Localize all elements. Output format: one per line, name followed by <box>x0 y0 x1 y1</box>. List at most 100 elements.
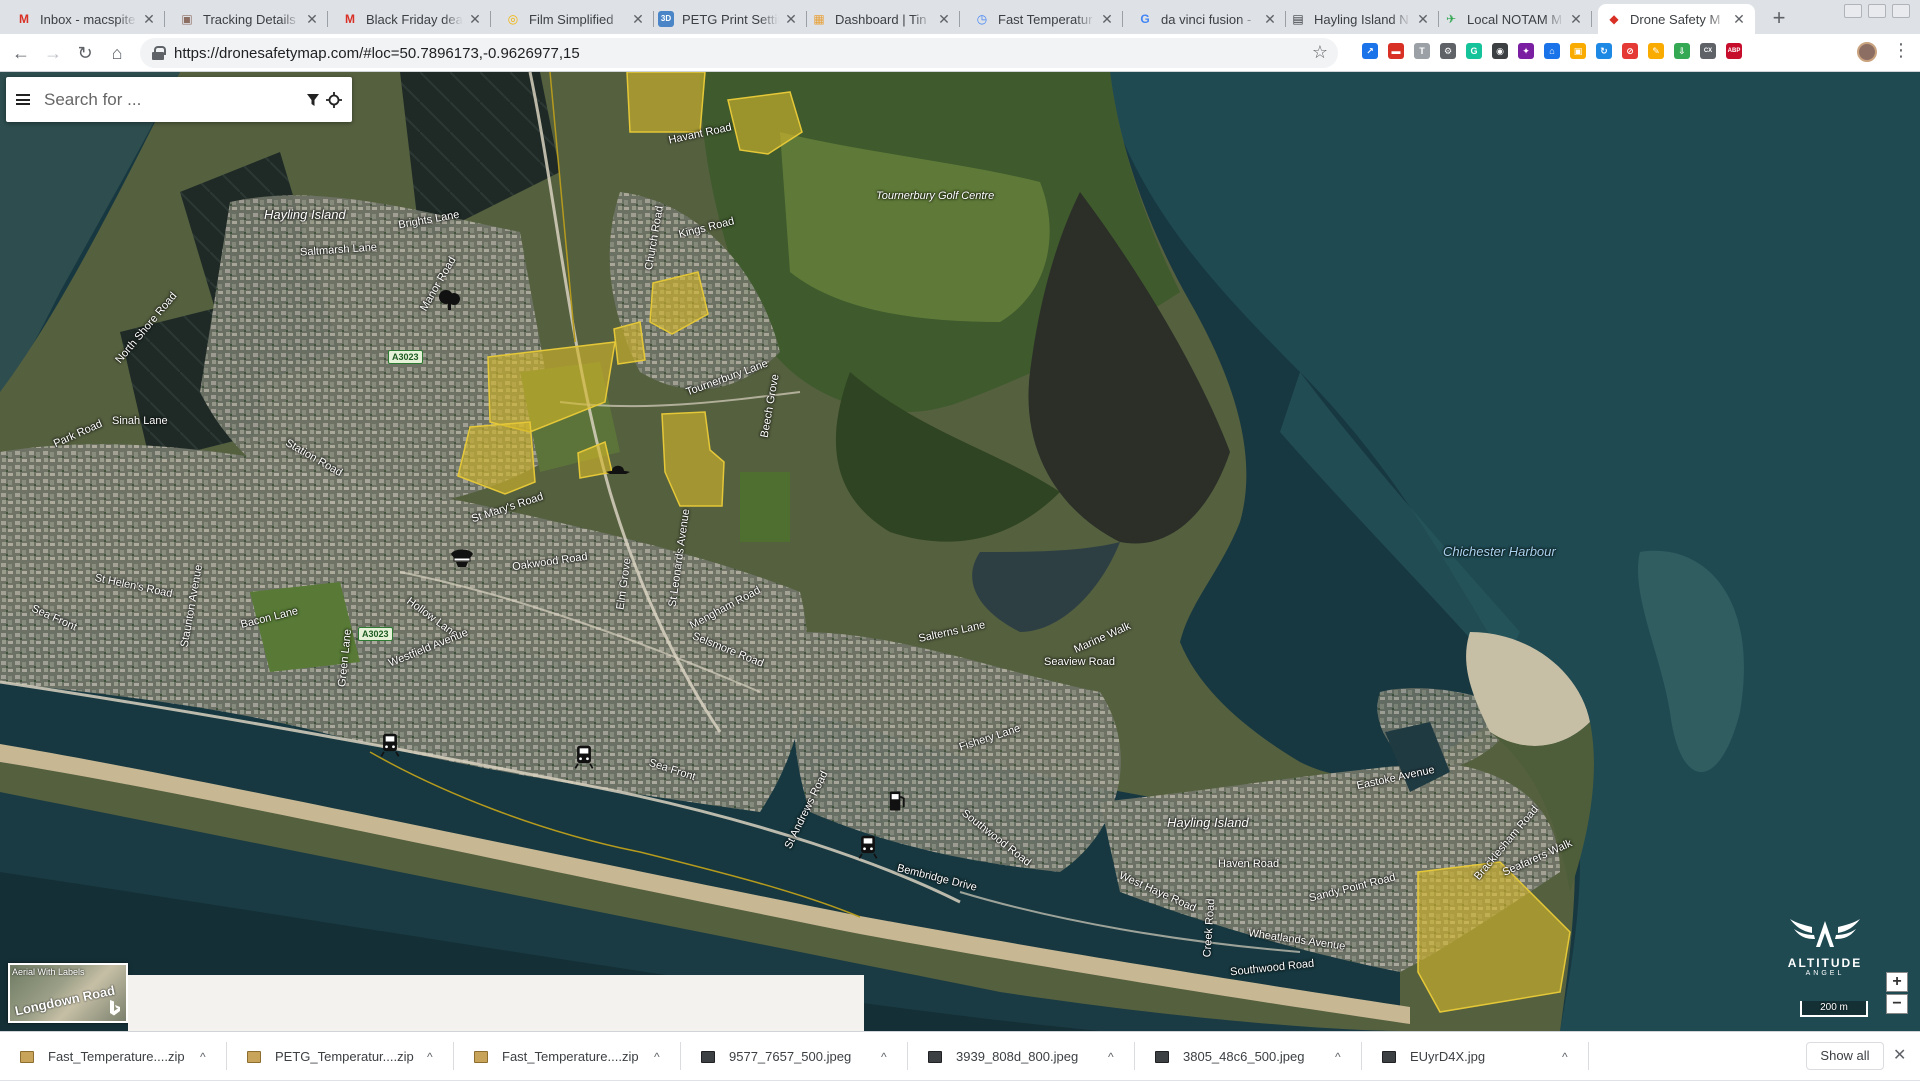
extension-gear-icon[interactable]: ⚙ <box>1440 43 1456 59</box>
extension-camera-icon[interactable]: ◉ <box>1492 43 1508 59</box>
grammarly-icon[interactable]: G <box>1466 43 1482 59</box>
notam-icon: ✈ <box>1445 12 1457 26</box>
zip-file-icon <box>474 1050 488 1063</box>
tab-tracking-details[interactable]: ▣ Tracking Details ✕ <box>171 4 328 34</box>
news-icon: ▤ <box>1292 12 1304 26</box>
layer-thumbnail-street: Longdown Road <box>13 982 117 1019</box>
tree-icon[interactable] <box>436 286 464 312</box>
tab-fast-temperature[interactable]: ◷ Fast Temperatur ✕ <box>966 4 1123 34</box>
tab-title: Fast Temperatur <box>998 11 1093 27</box>
document-icon: ◷ <box>976 12 988 26</box>
extension-text-icon[interactable]: T <box>1414 43 1430 59</box>
locate-icon[interactable] <box>326 91 342 108</box>
window-close-button[interactable] <box>1892 4 1910 18</box>
tab-da-vinci[interactable]: G da vinci fusion - ✕ <box>1129 4 1286 34</box>
download-item[interactable]: EUyrD4X.jpg ^ <box>1362 1032 1589 1081</box>
tab-petg-print[interactable]: 3D PETG Print Settin ✕ <box>650 4 807 34</box>
hat-icon[interactable] <box>604 454 632 480</box>
chevron-up-icon[interactable]: ^ <box>1335 1050 1341 1064</box>
download-filename: EUyrD4X.jpg <box>1410 1049 1486 1064</box>
minimize-button[interactable] <box>1844 4 1862 18</box>
road-label: Sinah Lane <box>112 415 168 427</box>
map-canvas[interactable]: Hayling Island Hayling Island Tournerbur… <box>0 72 1920 1031</box>
home-icon[interactable]: ⌂ <box>104 40 130 66</box>
maximize-button[interactable] <box>1868 4 1886 18</box>
extension-block-icon[interactable]: ⊘ <box>1622 43 1638 59</box>
close-icon[interactable]: ✕ <box>936 11 952 28</box>
close-icon[interactable]: ✕ <box>783 11 799 28</box>
close-icon[interactable]: ✕ <box>1731 11 1747 28</box>
tab-inbox[interactable]: M Inbox - macspite ✕ <box>8 4 165 34</box>
chevron-up-icon[interactable]: ^ <box>1562 1050 1568 1064</box>
layer-toggle[interactable]: Aerial With Labels Longdown Road <box>8 963 128 1023</box>
back-icon[interactable]: ← <box>8 40 34 66</box>
police-icon[interactable] <box>448 544 476 570</box>
close-icon[interactable]: ✕ <box>1415 11 1431 28</box>
download-item[interactable]: 9577_7657_500.jpeg ^ <box>681 1032 908 1081</box>
download-item[interactable]: PETG_Temperatur....zip ^ <box>227 1032 454 1081</box>
chevron-up-icon[interactable]: ^ <box>881 1050 887 1064</box>
tab-drone-safety-map[interactable]: ◆ Drone Safety M ✕ <box>1598 4 1755 34</box>
close-icon[interactable]: ✕ <box>1893 1045 1906 1065</box>
close-icon[interactable]: ✕ <box>467 11 483 28</box>
extension-red-icon[interactable]: ▬ <box>1388 43 1404 59</box>
close-icon[interactable]: ✕ <box>1099 11 1115 28</box>
place-label: Hayling Island <box>264 207 346 222</box>
close-icon[interactable]: ✕ <box>1568 11 1584 28</box>
download-item[interactable]: 3939_808d_800.jpeg ^ <box>908 1032 1135 1081</box>
zoom-in-button[interactable]: + <box>1886 972 1908 992</box>
download-item[interactable]: 3805_48c6_500.jpeg ^ <box>1135 1032 1362 1081</box>
chevron-up-icon[interactable]: ^ <box>200 1050 206 1064</box>
tab-film-simplified[interactable]: ◎ Film Simplified ✕ <box>497 4 654 34</box>
chevron-up-icon[interactable]: ^ <box>427 1050 433 1064</box>
tab-dashboard[interactable]: ▦ Dashboard | Tin ✕ <box>803 4 960 34</box>
extension-box-icon[interactable]: ▣ <box>1570 43 1586 59</box>
download-filename: PETG_Temperatur....zip <box>275 1049 414 1064</box>
train-station-icon[interactable] <box>570 744 598 770</box>
extension-download-icon[interactable]: ⇩ <box>1674 43 1690 59</box>
browser-menu-icon[interactable]: ⋮ <box>1892 40 1910 61</box>
tab-black-friday[interactable]: M Black Friday deal ✕ <box>334 4 491 34</box>
close-icon[interactable]: ✕ <box>141 11 157 28</box>
extension-arrow-icon[interactable]: ↗ <box>1362 43 1378 59</box>
close-icon[interactable]: ✕ <box>304 11 320 28</box>
image-file-icon <box>701 1050 715 1063</box>
show-all-button[interactable]: Show all <box>1806 1042 1884 1070</box>
tab-title: Drone Safety M <box>1630 11 1721 27</box>
extension-sync-icon[interactable]: ↻ <box>1596 43 1612 59</box>
forward-icon[interactable]: → <box>40 40 66 66</box>
fuel-station-icon[interactable] <box>882 788 910 814</box>
address-bar[interactable]: https://dronesafetymap.com/#loc=50.78961… <box>140 38 1338 68</box>
download-item[interactable]: Fast_Temperature....zip ^ <box>0 1032 227 1081</box>
train-station-icon[interactable] <box>376 732 404 758</box>
road-label: Seaview Road <box>1044 656 1115 668</box>
tab-local-notam[interactable]: ✈ Local NOTAM M ✕ <box>1435 4 1592 34</box>
extension-cx-icon[interactable]: CX <box>1700 43 1716 59</box>
close-icon[interactable]: ✕ <box>1262 11 1278 28</box>
search-input[interactable] <box>44 89 304 110</box>
search-panel <box>6 77 352 122</box>
hamburger-menu-icon[interactable] <box>16 94 30 105</box>
chevron-up-icon[interactable]: ^ <box>1108 1050 1114 1064</box>
extension-home-icon[interactable]: ⌂ <box>1544 43 1560 59</box>
google-drive-icon: ◎ <box>507 12 519 26</box>
tab-title: Hayling Island N <box>1314 11 1409 27</box>
angel-wings-icon <box>1790 919 1860 947</box>
extension-pinwheel-icon[interactable]: ✦ <box>1518 43 1534 59</box>
train-station-icon[interactable] <box>854 834 882 860</box>
tab-title: Black Friday deal <box>366 11 463 27</box>
bookmark-star-icon[interactable]: ☆ <box>1312 42 1328 63</box>
new-tab-button[interactable]: + <box>1765 4 1793 32</box>
altitude-angel-logo: ALTITUDE ANGEL <box>1782 917 1868 977</box>
download-item[interactable]: Fast_Temperature....zip ^ <box>454 1032 681 1081</box>
reload-icon[interactable]: ↻ <box>72 40 98 66</box>
tab-hayling-island-news[interactable]: ▤ Hayling Island N ✕ <box>1282 4 1439 34</box>
zoom-out-button[interactable]: − <box>1886 994 1908 1014</box>
chevron-up-icon[interactable]: ^ <box>654 1050 660 1064</box>
profile-avatar[interactable] <box>1857 42 1877 62</box>
adblock-plus-icon[interactable]: ABP <box>1726 43 1742 59</box>
filter-icon[interactable] <box>306 93 320 107</box>
url-text[interactable]: https://dronesafetymap.com/#loc=50.78961… <box>174 45 580 62</box>
extension-pen-icon[interactable]: ✎ <box>1648 43 1664 59</box>
close-icon[interactable]: ✕ <box>630 11 646 28</box>
